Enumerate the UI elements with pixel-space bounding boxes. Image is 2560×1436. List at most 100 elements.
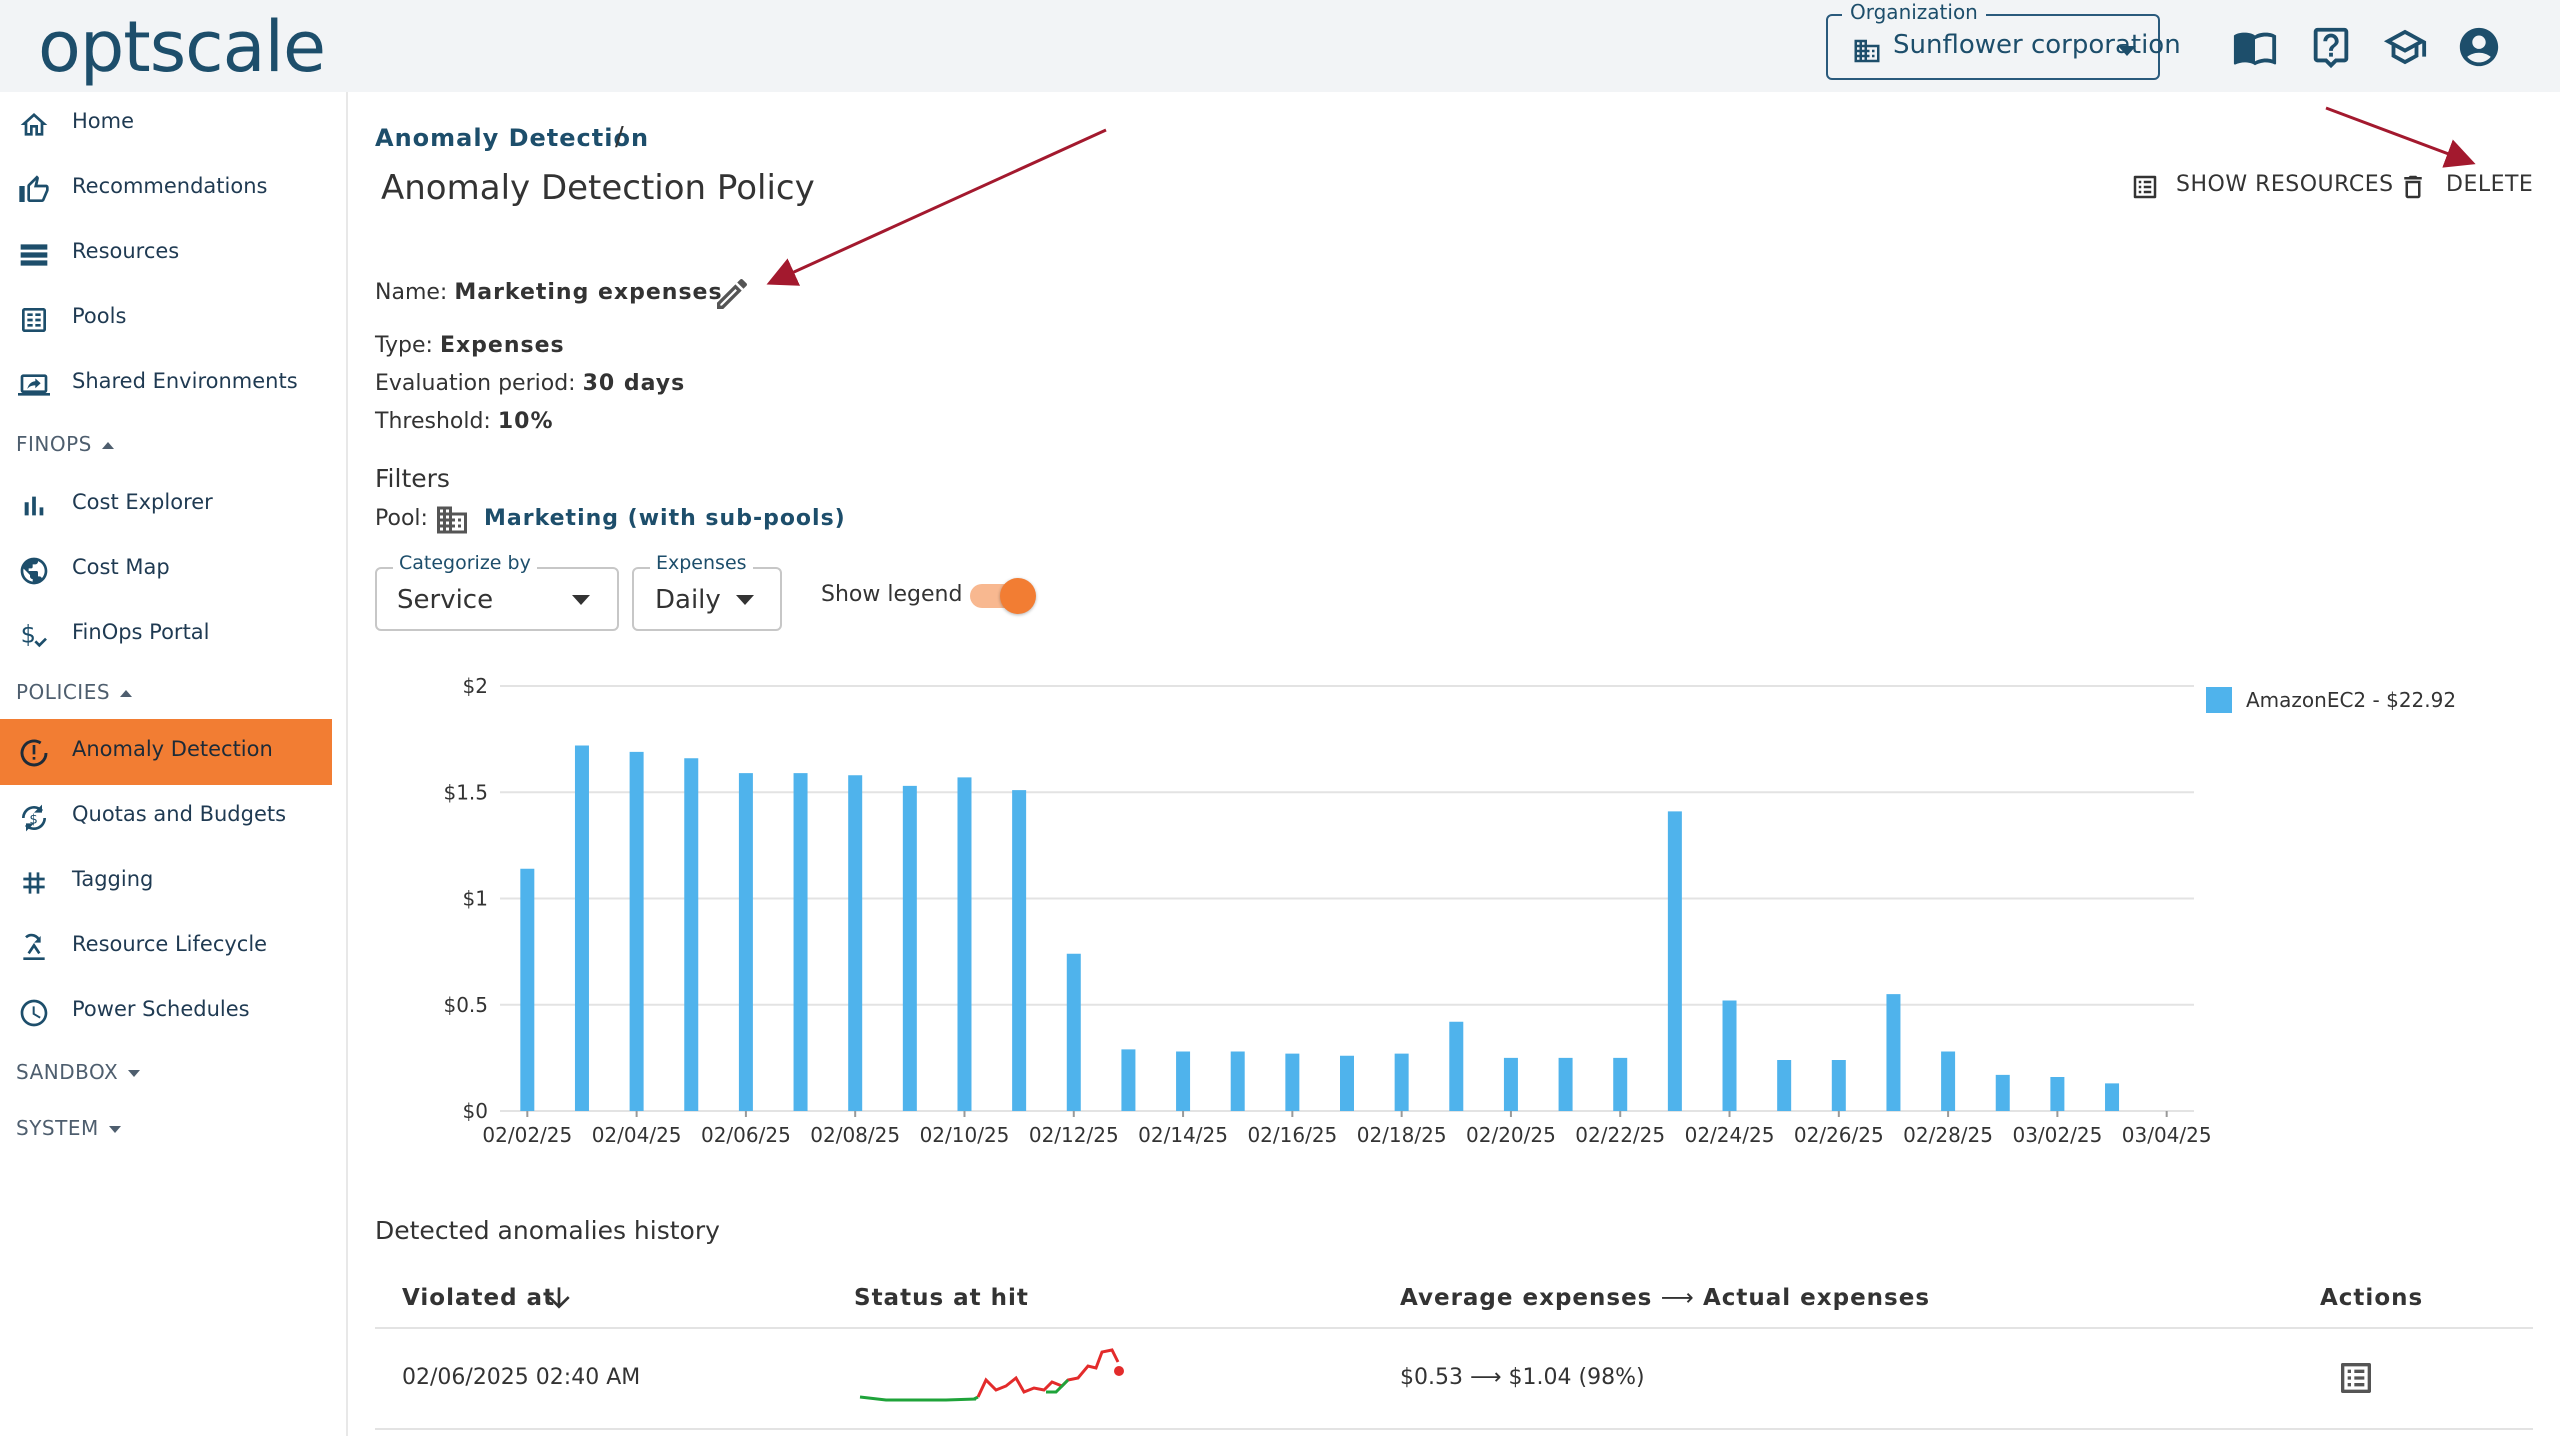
chart-bar (1941, 1051, 1956, 1111)
details-icon[interactable] (2336, 1358, 2376, 1398)
x-tick-label: 02/10/25 (920, 1123, 1010, 1147)
dollar-icon: $ (21, 621, 47, 649)
name-label: Name: (375, 280, 448, 305)
name-value: Marketing expenses (454, 280, 723, 305)
x-tick-label: 02/16/25 (1247, 1123, 1337, 1147)
chevron-down-icon (572, 595, 590, 605)
pool-icon (437, 506, 467, 534)
column-expenses: Average expenses ⟶ Actual expenses (1400, 1285, 1930, 1311)
sidebar-item-label: Anomaly Detection (72, 737, 273, 761)
x-tick-label: 02/08/25 (810, 1123, 900, 1147)
chart-bar (1558, 1057, 1573, 1111)
chart-bar (1667, 811, 1682, 1111)
chart-bar (738, 773, 753, 1111)
chevron-down-icon (128, 1070, 141, 1077)
hash-icon (23, 872, 45, 894)
edit-icon[interactable] (712, 274, 752, 314)
chart-bar (520, 868, 535, 1111)
sidebar-item-tagging[interactable]: Tagging (0, 849, 332, 915)
table-divider (375, 1327, 2533, 1329)
column-status-at-hit: Status at hit (854, 1285, 1029, 1311)
chart-bar (1722, 1000, 1737, 1111)
chart-bar (1176, 1051, 1191, 1111)
policy-evaluation-period: Evaluation period: 30 days (375, 371, 685, 396)
chart-bar (1066, 953, 1081, 1111)
section-policies[interactable]: POLICIES (16, 680, 133, 704)
filters-title: Filters (375, 464, 450, 493)
expenses-chart: $0 $0.5 $1 $1.5 $2 02/02/25 02/04/25 02/06/25 02… (443, 674, 2456, 1147)
chart-bar (1230, 1051, 1245, 1111)
chart-bar (1394, 1053, 1409, 1111)
x-tick-label: 02/28/25 (1903, 1123, 1993, 1147)
sidebar-item-cost-map[interactable]: Cost Map (0, 537, 332, 603)
chart-bar (1831, 1060, 1846, 1111)
budget-icon: $ (22, 804, 46, 832)
show-legend-toggle[interactable] (1000, 578, 1036, 614)
annotation-arrows (766, 106, 2476, 286)
x-tick-label: 02/12/25 (1029, 1123, 1119, 1147)
chart-bar (629, 751, 644, 1111)
section-system[interactable]: SYSTEM (16, 1116, 121, 1140)
chart-bar (957, 777, 972, 1111)
sidebar-item-cost-explorer[interactable]: Cost Explorer (0, 472, 332, 538)
chevron-down-icon (736, 595, 754, 605)
sidebar-item-finops-portal[interactable]: $ FinOps Portal (0, 602, 332, 668)
annotation-arrow-edit (766, 128, 1107, 286)
section-label: SYSTEM (16, 1116, 99, 1140)
chevron-down-icon (108, 1126, 121, 1133)
chart-bar (1285, 1053, 1300, 1111)
sidebar-item-shared-environments[interactable]: Shared Environments (0, 351, 332, 417)
sidebar-item-quotas-and-budgets[interactable]: $ Quotas and Budgets (0, 784, 332, 850)
chevron-up-icon (120, 690, 133, 697)
legend-swatch (2206, 687, 2232, 713)
show-legend-label: Show legend (821, 582, 963, 607)
sidebar-item-label: Resource Lifecycle (72, 932, 268, 956)
anomaly-icon (20, 739, 48, 767)
type-value: Expenses (439, 333, 565, 358)
column-actions: Actions (2320, 1285, 2424, 1311)
section-finops[interactable]: FINOPS (16, 432, 114, 456)
chart-bar (1340, 1055, 1354, 1111)
svg-text:$: $ (29, 812, 37, 827)
chart-bar (1503, 1057, 1518, 1111)
clock-icon (20, 999, 48, 1027)
shared-env-icon (18, 374, 50, 396)
y-tick-label: $1.5 (443, 780, 488, 804)
x-tick-label: 02/26/25 (1794, 1123, 1884, 1147)
column-violated-at[interactable]: Violated at (402, 1285, 555, 1311)
pool-value: Marketing (with sub-pools) (484, 506, 846, 531)
pool-label: Pool: (375, 506, 428, 531)
sidebar-item-power-schedules[interactable]: Power Schedules (0, 979, 332, 1045)
annotation-arrow-delete (2325, 106, 2476, 168)
categorize-by-label: Categorize by (393, 552, 537, 574)
legend-label: AmazonEC2 - $22.92 (2246, 688, 2456, 712)
threshold-value: 10% (497, 409, 554, 434)
row-expenses: $0.53 ⟶ $1.04 (98%) (1400, 1365, 1645, 1390)
x-tick-label: 02/06/25 (701, 1123, 791, 1147)
sidebar-item-anomaly-detection[interactable]: Anomaly Detection (0, 719, 332, 785)
chart-bar (2105, 1083, 2120, 1111)
x-tick-label: 02/20/25 (1466, 1123, 1556, 1147)
section-sandbox[interactable]: SANDBOX (16, 1060, 141, 1084)
pool-link[interactable]: Marketing (with sub-pools) (484, 506, 846, 531)
chart-bar (1121, 1049, 1136, 1111)
arrow-down-icon[interactable] (543, 1282, 575, 1314)
x-tick-label: 02/04/25 (592, 1123, 682, 1147)
period-value: 30 days (582, 371, 686, 396)
y-tick-label: $0 (463, 1099, 488, 1123)
chart-bar (684, 758, 699, 1111)
history-title: Detected anomalies history (375, 1216, 720, 1245)
policy-name: Name: Marketing expenses (375, 280, 723, 305)
arrow-right-icon: ⟶ (1462, 1365, 1509, 1390)
pool-filter: Pool: (375, 506, 428, 531)
x-tick-label: 02/18/25 (1357, 1123, 1447, 1147)
row-violated-at: 02/06/2025 02:40 AM (402, 1365, 641, 1390)
sidebar-item-resource-lifecycle[interactable]: Resource Lifecycle (0, 914, 332, 980)
sidebar-item-label: FinOps Portal (72, 620, 210, 644)
chart-bar (902, 785, 917, 1111)
period-label: Evaluation period: (375, 371, 576, 396)
x-tick-label: 02/24/25 (1685, 1123, 1775, 1147)
chart-bar (574, 745, 589, 1111)
chart-bar (1886, 994, 1901, 1111)
average-expenses: $0.53 (1400, 1365, 1463, 1390)
